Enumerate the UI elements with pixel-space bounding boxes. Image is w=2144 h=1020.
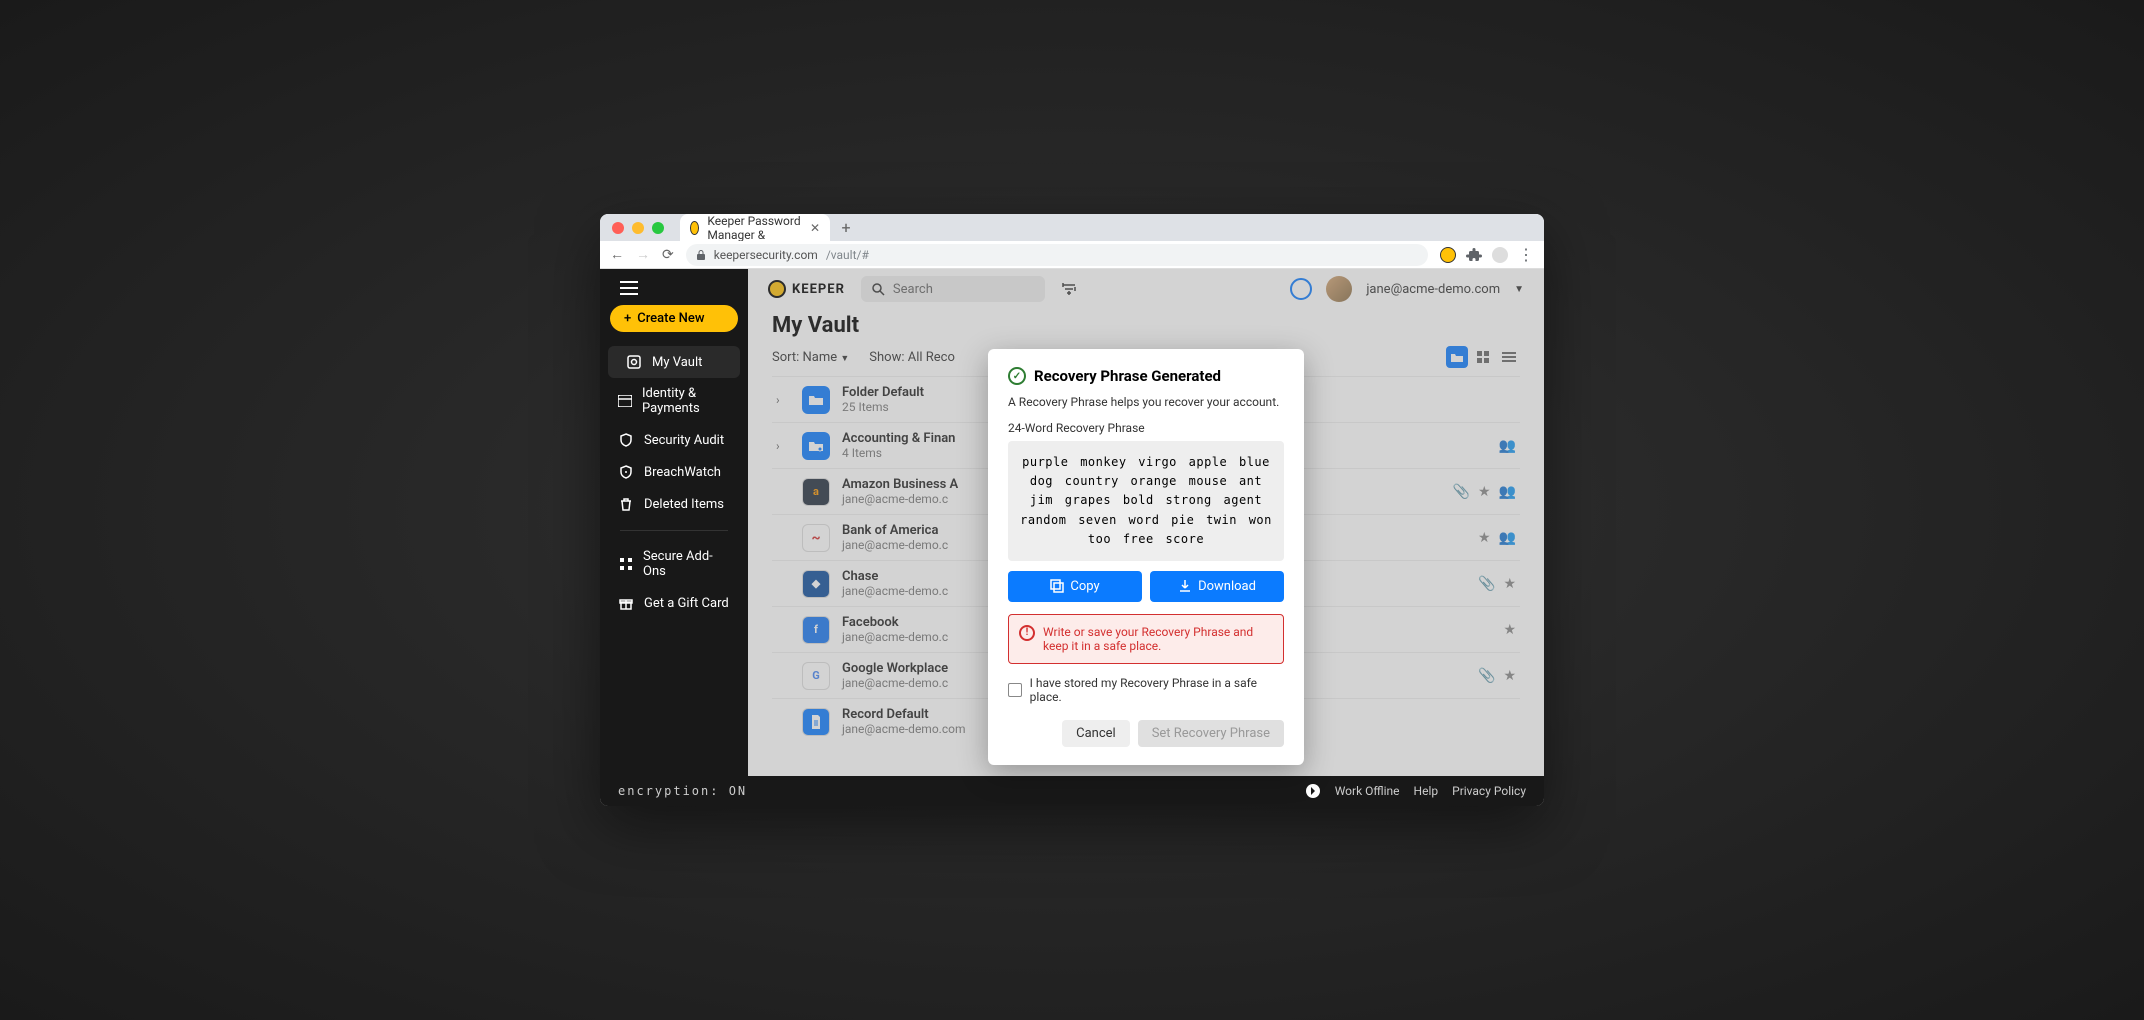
profile-icon[interactable]	[1492, 247, 1508, 263]
cancel-button[interactable]: Cancel	[1062, 720, 1130, 747]
url-host: keepersecurity.com	[714, 248, 818, 262]
url-path: /vault/#	[826, 248, 869, 262]
help-link[interactable]: Help	[1414, 784, 1439, 798]
sidebar-item-deleted[interactable]: Deleted Items	[600, 488, 748, 520]
vault-icon	[626, 354, 642, 370]
sidebar: + Create New My Vault Identity & Payment…	[600, 269, 748, 776]
work-offline-link[interactable]: Work Offline	[1335, 784, 1400, 798]
plus-icon: +	[624, 311, 631, 326]
confirm-checkbox-row[interactable]: I have stored my Recovery Phrase in a sa…	[1008, 676, 1284, 704]
sidebar-item-label: Get a Gift Card	[644, 596, 729, 611]
back-icon[interactable]: ←	[610, 246, 624, 263]
extensions-puzzle-icon[interactable]	[1466, 247, 1482, 263]
hamburger-menu-icon[interactable]	[600, 281, 748, 305]
browser-window: Keeper Password Manager & ✕ + ← → ⟳ keep…	[600, 214, 1544, 806]
phrase-label: 24-Word Recovery Phrase	[1008, 421, 1284, 435]
kebab-menu-icon[interactable]: ⋮	[1518, 245, 1534, 264]
recovery-phrase-display: purple monkey virgo apple blue dog count…	[1008, 441, 1284, 561]
app-footer: encryption: ON Work Offline Help Privacy…	[600, 776, 1544, 806]
privacy-link[interactable]: Privacy Policy	[1452, 784, 1526, 798]
set-phrase-button[interactable]: Set Recovery Phrase	[1138, 720, 1284, 747]
sidebar-item-label: My Vault	[652, 355, 702, 370]
sidebar-item-security-audit[interactable]: Security Audit	[600, 424, 748, 456]
shield-icon	[618, 432, 634, 448]
modal-footer: Cancel Set Recovery Phrase	[1008, 720, 1284, 747]
modal-actions: Copy Download	[1008, 571, 1284, 602]
browser-tab-strip: Keeper Password Manager & ✕ +	[600, 214, 1544, 241]
tab-title: Keeper Password Manager &	[707, 214, 802, 242]
lock-icon	[696, 250, 706, 260]
download-label: Download	[1198, 579, 1256, 594]
close-window-icon[interactable]	[612, 222, 624, 234]
divider	[620, 530, 728, 531]
modal-subtitle: A Recovery Phrase helps you recover your…	[1008, 395, 1284, 409]
close-tab-icon[interactable]: ✕	[810, 221, 820, 235]
create-new-button[interactable]: + Create New	[610, 305, 738, 332]
sidebar-item-label: BreachWatch	[644, 465, 721, 480]
sidebar-item-my-vault[interactable]: My Vault	[608, 346, 740, 378]
sidebar-item-breachwatch[interactable]: BreachWatch	[600, 456, 748, 488]
sidebar-item-label: Security Audit	[644, 433, 724, 448]
download-icon	[1178, 579, 1192, 593]
sidebar-item-label: Identity & Payments	[642, 386, 730, 416]
browser-toolbar: ← → ⟳ keepersecurity.com/vault/# ⋮	[600, 241, 1544, 269]
copy-icon	[1050, 579, 1064, 593]
encryption-status: encryption: ON	[618, 784, 747, 798]
checkbox-label: I have stored my Recovery Phrase in a sa…	[1030, 676, 1284, 704]
tab-favicon	[690, 221, 699, 235]
copy-label: Copy	[1070, 579, 1099, 594]
extensions-area: ⋮	[1440, 245, 1534, 264]
maximize-window-icon[interactable]	[652, 222, 664, 234]
modal-header: ✓ Recovery Phrase Generated	[1008, 367, 1284, 385]
app-container: + Create New My Vault Identity & Payment…	[600, 269, 1544, 776]
offline-icon	[1305, 783, 1321, 799]
gift-icon	[618, 595, 634, 611]
create-new-label: Create New	[637, 311, 704, 326]
window-controls	[612, 222, 664, 234]
shield-alert-icon	[618, 464, 634, 480]
sidebar-item-label: Deleted Items	[644, 497, 724, 512]
download-button[interactable]: Download	[1150, 571, 1284, 602]
trash-icon	[618, 496, 634, 512]
minimize-window-icon[interactable]	[632, 222, 644, 234]
modal-overlay: ✓ Recovery Phrase Generated A Recovery P…	[748, 269, 1544, 776]
check-circle-icon: ✓	[1008, 367, 1026, 385]
grid-icon	[618, 556, 633, 572]
warning-box: ! Write or save your Recovery Phrase and…	[1008, 614, 1284, 664]
main-content: KEEPER Search jane@acme-demo.com ▼ My Va…	[748, 269, 1544, 776]
recovery-phrase-modal: ✓ Recovery Phrase Generated A Recovery P…	[988, 349, 1304, 765]
reload-icon[interactable]: ⟳	[662, 247, 674, 263]
copy-button[interactable]: Copy	[1008, 571, 1142, 602]
checkbox[interactable]	[1008, 683, 1022, 697]
sidebar-item-label: Secure Add-Ons	[643, 549, 730, 579]
new-tab-button[interactable]: +	[836, 218, 856, 238]
forward-icon[interactable]: →	[636, 246, 650, 263]
sidebar-item-addons[interactable]: Secure Add-Ons	[600, 541, 748, 587]
sidebar-item-gift[interactable]: Get a Gift Card	[600, 587, 748, 619]
url-bar[interactable]: keepersecurity.com/vault/#	[686, 244, 1428, 266]
sidebar-item-identity[interactable]: Identity & Payments	[600, 378, 748, 424]
warning-icon: !	[1019, 625, 1035, 641]
modal-title: Recovery Phrase Generated	[1034, 367, 1221, 385]
browser-tab[interactable]: Keeper Password Manager & ✕	[680, 214, 830, 241]
extension-icon[interactable]	[1440, 247, 1456, 263]
warning-text: Write or save your Recovery Phrase and k…	[1043, 625, 1273, 653]
footer-links: Work Offline Help Privacy Policy	[1305, 783, 1526, 799]
card-icon	[618, 393, 632, 409]
